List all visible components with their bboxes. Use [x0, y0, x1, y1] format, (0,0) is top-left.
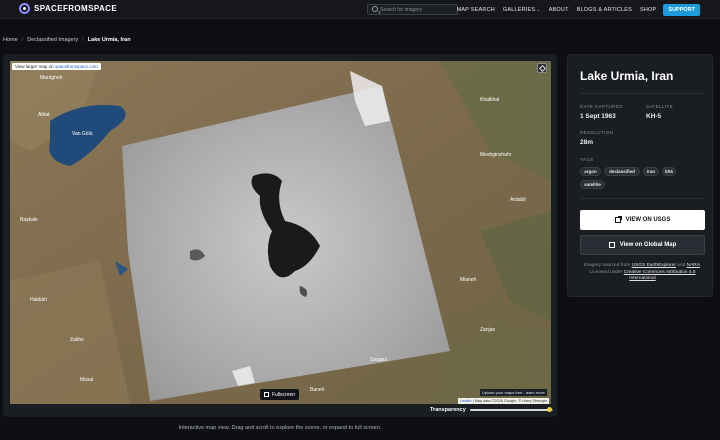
nav-blogs[interactable]: BLOGS & ARTICLES	[577, 7, 632, 13]
breadcrumb-section[interactable]: Declassified Imagery	[27, 37, 78, 43]
slider-fill	[469, 409, 549, 411]
logo-text: SPACEFROMSPACE	[34, 4, 118, 13]
fullscreen-button[interactable]: Fullscreen	[260, 389, 300, 400]
svg-text:Ardabil: Ardabil	[510, 197, 526, 203]
nav-galleries[interactable]: GALLERIES⌄	[503, 7, 541, 13]
interactive-map[interactable]: Marāgheh Ahlat Van Gölü Meshginshahr Ard…	[10, 61, 551, 404]
svg-text:Meshginshahr: Meshginshahr	[480, 152, 512, 158]
fullscreen-label: Fullscreen	[272, 391, 296, 398]
view-on-global-map-button[interactable]: View on Global Map	[580, 235, 705, 255]
top-navigation-bar: SPACEFROMSPACE MAP SEARCH GALLERIES⌄ ABO…	[0, 0, 720, 19]
nara-link[interactable]: NARA	[687, 263, 700, 268]
map-icon	[608, 242, 615, 248]
larger-map-link[interactable]: spacefromspace.com	[55, 64, 98, 69]
svg-text:Khalkhal: Khalkhal	[480, 97, 499, 103]
usgs-earthexplorer-link[interactable]: USGS EarthExplorer	[632, 263, 676, 268]
view-larger-map-link[interactable]: View larger map on spacefromspace.com	[12, 63, 101, 70]
fullscreen-icon	[264, 392, 269, 397]
search-input[interactable]	[380, 5, 456, 14]
layers-icon	[538, 64, 547, 73]
view-on-usgs-button[interactable]: VIEW ON USGS	[580, 210, 705, 230]
date-captured-value: 1 Sept 1963	[580, 113, 616, 120]
external-link-icon	[614, 216, 622, 223]
attribution-text: | Map data ©2026 Google, © Harry Strange…	[472, 399, 547, 403]
date-captured-label: DATE CAPTURED	[580, 104, 623, 109]
breadcrumb: Home / Declassified Imagery / Lake Urmia…	[3, 37, 131, 43]
svg-text:Hakkâri: Hakkâri	[30, 297, 47, 303]
slider-thumb[interactable]	[546, 407, 552, 412]
upload-maps-link[interactable]: Upload your maps free - learn more	[479, 389, 547, 396]
page-title: Lake Urmia, Iran	[580, 69, 674, 83]
site-logo[interactable]: SPACEFROMSPACE	[19, 3, 117, 14]
transparency-label: Transparency	[430, 407, 466, 413]
map-terrain: Marāgheh Ahlat Van Gölü Meshginshahr Ard…	[10, 61, 551, 404]
global-map-button-label: View on Global Map	[619, 242, 677, 248]
transparency-slider[interactable]	[469, 407, 553, 413]
usgs-button-label: VIEW ON USGS	[625, 217, 671, 223]
chevron-down-icon: ⌄	[536, 6, 541, 13]
nav-about[interactable]: ABOUT	[549, 7, 569, 13]
svg-text:Baneh: Baneh	[310, 387, 325, 393]
layers-button[interactable]	[537, 63, 547, 73]
nav-map-search[interactable]: MAP SEARCH	[457, 7, 495, 13]
resolution-value: 28m	[580, 139, 594, 146]
breadcrumb-current: Lake Urmia, Iran	[87, 37, 131, 43]
svg-text:Zakho: Zakho	[70, 337, 84, 343]
svg-text:Mosul: Mosul	[80, 377, 93, 383]
map-attribution: Leaflet | Map data ©2026 Google, © Harry…	[458, 398, 549, 404]
svg-text:Başkale: Başkale	[20, 217, 38, 223]
tag-chip[interactable]: declassified	[604, 167, 640, 176]
tag-chip[interactable]: satellite	[580, 180, 605, 189]
breadcrumb-separator: /	[82, 37, 84, 43]
larger-map-prefix: View larger map on	[15, 64, 54, 69]
license-link[interactable]: Creative Commons Attribution 4.0 Interna…	[624, 270, 696, 282]
tag-chip[interactable]: iran	[643, 167, 659, 176]
details-panel: Lake Urmia, Iran DATE CAPTURED 1 Sept 19…	[567, 54, 713, 297]
map-caption: Interactive map view. Drag and scroll to…	[178, 425, 382, 431]
breadcrumb-separator: /	[21, 37, 24, 43]
support-button[interactable]: SUPPORT	[663, 3, 700, 16]
search-icon	[372, 6, 378, 12]
svg-text:Zanjan: Zanjan	[480, 327, 496, 333]
tag-chip[interactable]: kh5	[662, 167, 676, 176]
leaflet-link[interactable]: Leaflet	[460, 399, 471, 403]
svg-text:Ahlat: Ahlat	[38, 112, 50, 118]
resolution-label: RESOLUTION	[580, 130, 614, 135]
divider	[580, 93, 703, 94]
svg-text:Van Gölü: Van Gölü	[72, 131, 93, 137]
nav-shop[interactable]: SHOP	[640, 7, 656, 13]
imagery-credits: Imagery sourced from USGS EarthExplorer …	[583, 263, 702, 282]
credits-prefix: Imagery sourced from	[583, 263, 631, 268]
breadcrumb-home[interactable]: Home	[3, 37, 18, 43]
credits-licensed: Licensed under	[589, 269, 623, 275]
svg-text:Mianeh: Mianeh	[460, 277, 477, 283]
svg-text:Marāgheh: Marāgheh	[40, 75, 63, 81]
tags-label: TAGS	[580, 157, 594, 162]
credits-and: and	[677, 263, 686, 268]
main-nav: MAP SEARCH GALLERIES⌄ ABOUT BLOGS & ARTI…	[457, 0, 720, 19]
transparency-control: Transparency	[430, 407, 553, 413]
svg-text:Saqqez: Saqqez	[370, 357, 387, 363]
divider	[580, 198, 703, 199]
search-box[interactable]	[367, 4, 458, 15]
satellite-value: KH-5	[646, 113, 662, 120]
tag-chip[interactable]: argon	[580, 167, 601, 176]
logo-icon	[19, 3, 30, 14]
nav-galleries-label: GALLERIES	[502, 6, 536, 13]
satellite-label: SATELLITE	[646, 104, 674, 109]
